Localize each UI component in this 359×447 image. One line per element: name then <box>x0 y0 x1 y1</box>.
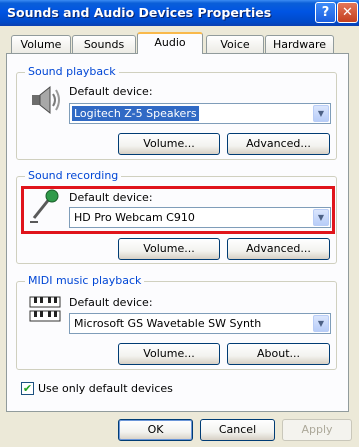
recording-default-device-label: Default device: <box>69 191 153 204</box>
recording-device-value: HD Pro Webcam C910 <box>74 211 195 224</box>
midi-default-device-label: Default device: <box>69 296 153 309</box>
use-only-default-label[interactable]: Use only default devices <box>38 382 173 395</box>
ok-button[interactable]: OK <box>118 419 193 441</box>
tab-sounds[interactable]: Sounds <box>72 35 136 53</box>
midi-about-button[interactable]: About... <box>227 343 330 365</box>
midi-device-select[interactable]: Microsoft GS Wavetable SW Synth ▼ <box>69 313 331 334</box>
apply-button[interactable]: Apply <box>282 419 352 441</box>
close-button[interactable]: ✕ <box>337 2 358 23</box>
window-title: Sounds and Audio Devices Properties <box>7 5 272 20</box>
tab-voice[interactable]: Voice <box>206 35 264 53</box>
recording-device-select[interactable]: HD Pro Webcam C910 ▼ <box>69 207 331 228</box>
recording-advanced-button[interactable]: Advanced... <box>227 238 330 260</box>
sound-recording-legend: Sound recording <box>25 169 122 182</box>
midi-device-value: Microsoft GS Wavetable SW Synth <box>74 317 262 330</box>
playback-default-device-label: Default device: <box>69 85 153 98</box>
midi-playback-legend: MIDI music playback <box>25 274 145 287</box>
chevron-down-icon[interactable]: ▼ <box>313 105 329 122</box>
speaker-icon <box>32 85 60 115</box>
chevron-down-icon[interactable]: ▼ <box>313 209 329 226</box>
tab-hardware[interactable]: Hardware <box>265 35 334 53</box>
playback-device-value: Logitech Z-5 Speakers <box>72 106 199 121</box>
help-button[interactable]: ? <box>315 2 336 23</box>
tab-volume[interactable]: Volume <box>11 35 71 53</box>
chevron-down-icon[interactable]: ▼ <box>313 315 329 332</box>
microphone-icon <box>30 189 59 223</box>
sound-playback-legend: Sound playback <box>25 65 119 78</box>
title-bar: Sounds and Audio Devices Properties ? ✕ <box>0 0 359 26</box>
playback-device-select[interactable]: Logitech Z-5 Speakers ▼ <box>69 103 331 124</box>
playback-advanced-button[interactable]: Advanced... <box>227 133 330 155</box>
midi-keyboard-icon <box>29 296 61 322</box>
tab-audio[interactable]: Audio <box>137 32 203 54</box>
cancel-button[interactable]: Cancel <box>200 419 275 441</box>
use-only-default-checkbox[interactable]: ✔ <box>21 382 34 395</box>
playback-volume-button[interactable]: Volume... <box>118 133 220 155</box>
recording-volume-button[interactable]: Volume... <box>118 238 220 260</box>
midi-volume-button[interactable]: Volume... <box>118 343 220 365</box>
